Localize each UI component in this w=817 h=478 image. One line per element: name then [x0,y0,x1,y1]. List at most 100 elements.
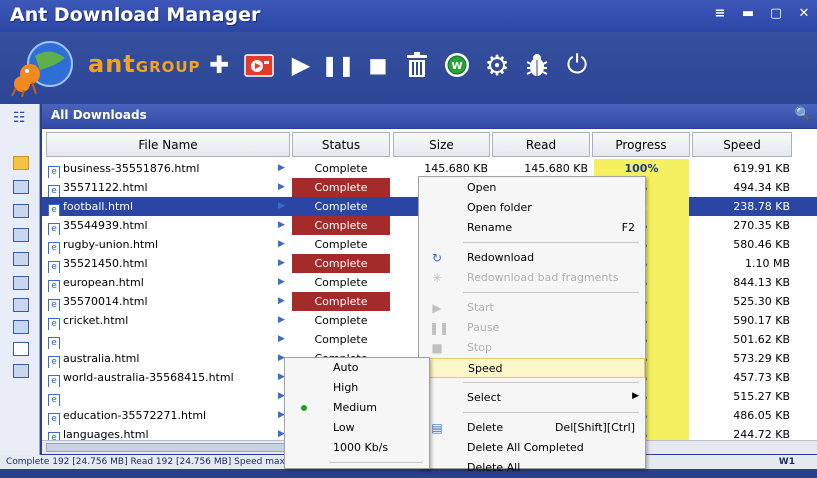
speed-option-auto[interactable]: Auto [285,358,429,378]
close-icon[interactable]: ✕ [797,6,811,21]
column-header-progress[interactable]: Progress [592,132,690,157]
row-expand-icon[interactable]: ▶ [278,330,290,349]
settings-button[interactable]: ⚙ [482,48,512,82]
add-download-button[interactable]: ✚ [204,50,234,80]
tree-icon[interactable]: ☷ [13,110,26,126]
html-file-icon: e [48,299,60,311]
file-name: education-35572271.html [63,409,207,422]
gear-icon: ⚙ [484,48,510,82]
row-expand-icon[interactable]: ▶ [278,197,290,216]
html-file-icon: e [48,356,60,368]
menu-separator [329,462,423,463]
menu-separator [463,242,639,243]
download-icon[interactable] [13,204,29,218]
delete-list-icon: ▤ [431,421,443,435]
document-icon[interactable] [13,342,29,356]
archive-icon[interactable] [13,320,29,334]
menu-item-open-folder[interactable]: Open folder [419,198,645,218]
menu-separator [463,292,639,293]
video-icon [244,54,274,77]
column-header-status[interactable]: Status [292,132,390,157]
row-expand-icon[interactable]: ▶ [278,273,290,292]
menu-item-rename[interactable]: Rename F2 [419,218,645,238]
file-name-cell: e 35544939.html [48,216,288,235]
column-header-size[interactable]: Size [393,132,490,157]
ant-logo [10,36,82,98]
file-name-cell: e cricket.html [48,311,288,330]
speed-option-medium[interactable]: Medium [285,398,429,418]
speed-option-1000kbs[interactable]: 1000 Kb/s [285,438,429,458]
speed-cell: 238.78 KB [733,200,790,213]
row-expand-icon[interactable]: ▶ [278,216,290,235]
row-expand-icon[interactable]: ▶ [278,159,290,178]
update-button[interactable]: W [442,50,472,80]
speed-cell: 270.35 KB [733,219,790,232]
exit-button[interactable]: ⏻ [562,50,592,80]
menu-item-redownload[interactable]: ↻ Redownload [419,248,645,268]
minimize-icon[interactable]: ▬ [741,6,755,21]
menu-item-delete[interactable]: ▤ Delete Del[Shift][Ctrl] [419,418,645,438]
speed-cell: 494.34 KB [733,181,790,194]
menu-item-delete-all[interactable]: Delete All [419,458,645,478]
column-header-speed[interactable]: Speed [692,132,792,157]
audio-icon[interactable] [13,252,29,266]
file-name: rugby-union.html [63,238,158,251]
file-name-cell: e 35521450.html [48,254,288,273]
speed-option-high[interactable]: High [285,378,429,398]
search-icon[interactable]: 🔍 [795,107,811,122]
status-text: Complete 192 [24.756 MB] Read 192 [24.75… [6,457,302,467]
status-cell: Complete [292,292,390,311]
menu-item-speed[interactable]: Speed [419,358,645,378]
program-icon[interactable] [13,364,29,378]
menu-icon[interactable]: ≡ [713,6,727,21]
row-expand-icon[interactable]: ▶ [278,292,290,311]
submenu-arrow-icon: ▶ [632,391,639,401]
menu-item-start[interactable]: ▶ Start [419,298,645,318]
copy-icon[interactable] [13,228,29,242]
column-header-file-name[interactable]: File Name [46,132,290,157]
stop-icon: ■ [431,341,443,355]
row-expand-icon[interactable]: ▶ [278,311,290,330]
row-expand-icon[interactable]: ▶ [278,235,290,254]
html-file-icon: e [48,185,60,197]
video-download-button[interactable] [244,50,274,80]
maximize-icon[interactable]: ▢ [769,6,783,21]
left-sidebar: ☷ [0,104,40,469]
row-expand-icon[interactable]: ▶ [278,178,290,197]
html-file-icon: e [48,337,60,349]
upload-icon[interactable] [13,180,29,194]
file-name: business-35551876.html [63,162,200,175]
speed-cell: 501.62 KB [733,333,790,346]
menu-item-pause[interactable]: ❚❚ Pause [419,318,645,338]
scrollbar-thumb[interactable] [46,443,286,452]
html-file-icon: e [48,261,60,273]
image-icon[interactable] [13,298,29,312]
delete-button[interactable] [402,50,432,80]
stop-button[interactable]: ■ [363,50,393,80]
speed-option-low[interactable]: Low [285,418,429,438]
speed-cell: 619.91 KB [733,162,790,175]
file-name: 35570014.html [63,295,148,308]
update-icon: W [445,53,469,77]
panel-title: All Downloads [51,108,147,122]
html-file-icon: e [48,204,60,216]
video-category-icon[interactable] [13,276,29,290]
html-file-icon: e [48,242,60,254]
pause-button[interactable]: ❚❚ [321,50,355,80]
menu-item-select[interactable]: Select ▶ [419,388,645,408]
file-name-cell: e [48,330,288,349]
start-button[interactable]: ▶ [286,50,316,80]
menu-item-delete-all-completed[interactable]: Delete All Completed [419,438,645,458]
row-expand-icon[interactable]: ▶ [278,254,290,273]
menu-item-open[interactable]: Open [419,178,645,198]
bug-report-button[interactable] [522,50,552,80]
folder-icon[interactable] [13,156,29,170]
file-name: world-australia-35568415.html [63,371,234,384]
panel-header: All Downloads 🔍 [42,104,817,128]
menu-item-stop[interactable]: ■ Stop [419,338,645,358]
menu-item-redownload-bad-fragments[interactable]: ✳ Redownload bad fragments [419,268,645,288]
refresh-icon: ↻ [431,251,443,265]
column-header-read[interactable]: Read [492,132,590,157]
speed-cell: 1.10 MB [744,257,790,270]
file-name-cell: e rugby-union.html [48,235,288,254]
